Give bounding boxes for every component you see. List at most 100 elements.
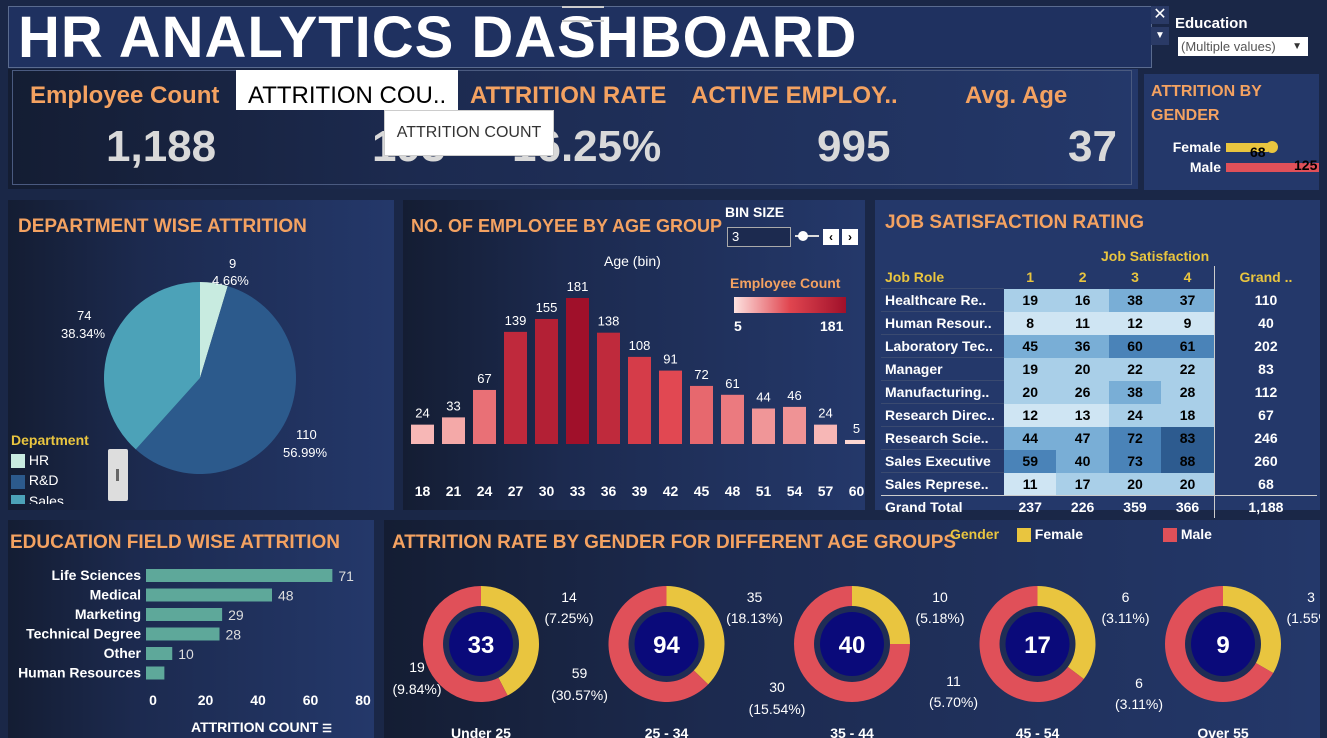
table-cell[interactable]: 9 — [1161, 311, 1215, 335]
table-cell[interactable]: 8 — [1004, 311, 1057, 335]
table-cell[interactable]: 19 — [1004, 288, 1057, 312]
age-bar[interactable] — [659, 370, 682, 444]
age-bar[interactable] — [535, 318, 558, 444]
row-total: 110 — [1213, 288, 1317, 312]
edu-category-label: Marketing — [75, 606, 141, 622]
table-cell[interactable]: 13 — [1056, 403, 1109, 427]
dept-legend-item[interactable]: R&D — [11, 472, 101, 489]
table-cell[interactable]: 72 — [1108, 426, 1162, 450]
column-header[interactable]: 2 — [1056, 266, 1108, 289]
table-cell[interactable]: 83 — [1161, 426, 1215, 450]
table-cell[interactable]: 73 — [1108, 449, 1162, 473]
table-cell[interactable]: 44 — [1004, 426, 1057, 450]
age-tick-label: 36 — [601, 483, 617, 499]
bin-size-input[interactable]: 3 — [727, 227, 791, 247]
column-header[interactable]: 1 — [1004, 266, 1056, 289]
sort-icon[interactable]: ☰ — [322, 723, 332, 735]
age-bar[interactable] — [473, 389, 496, 444]
table-row[interactable]: Healthcare Re.. 19 16 38 37 110 — [881, 288, 1317, 312]
edu-category-label: Other — [104, 645, 142, 661]
gender-legend-item[interactable]: Male — [1162, 526, 1212, 543]
education-filter-dropdown[interactable]: (Multiple values) ▼ — [1178, 37, 1308, 56]
age-bar-label: 72 — [694, 367, 708, 382]
age-bar[interactable] — [597, 332, 620, 444]
table-cell[interactable]: 19 — [1004, 357, 1057, 381]
table-cell[interactable]: 20 — [1161, 472, 1215, 496]
age-bar[interactable] — [814, 424, 837, 444]
close-icon[interactable]: ✕ — [1151, 6, 1169, 24]
gender-legend-item[interactable]: Female — [1016, 526, 1083, 543]
table-cell[interactable]: 24 — [1108, 403, 1162, 427]
table-cell[interactable]: 18 — [1161, 403, 1215, 427]
table-cell[interactable]: 20 — [1004, 380, 1057, 404]
table-cell[interactable]: 16 — [1056, 288, 1109, 312]
table-cell[interactable]: 37 — [1161, 288, 1215, 312]
age-title: NO. OF EMPLOYEE BY AGE GROUP — [411, 216, 723, 236]
drag-handle[interactable] — [562, 6, 604, 22]
table-cell[interactable]: 26 — [1056, 380, 1109, 404]
edu-bar[interactable] — [146, 588, 272, 602]
age-bar[interactable] — [721, 394, 744, 444]
dept-pie-chart — [104, 282, 297, 474]
age-bar[interactable] — [628, 356, 651, 444]
column-header[interactable]: Job Role — [881, 266, 1004, 289]
dept-legend-item[interactable]: Sales — [11, 493, 101, 504]
age-bar[interactable] — [442, 417, 465, 444]
table-cell[interactable]: 60 — [1108, 334, 1162, 358]
menu-caret-icon[interactable]: ▼ — [1151, 27, 1169, 45]
table-row[interactable]: Manager 19 20 22 22 83 — [881, 357, 1317, 381]
age-bar[interactable] — [566, 298, 589, 444]
table-cell[interactable]: 20 — [1108, 472, 1162, 496]
table-row[interactable]: Human Resour.. 8 11 12 9 40 — [881, 311, 1317, 335]
table-cell[interactable]: 22 — [1161, 357, 1215, 381]
table-row[interactable]: Sales Executive 59 40 73 88 260 — [881, 449, 1317, 473]
age-bar[interactable] — [783, 406, 806, 444]
chevron-right-icon[interactable]: › — [842, 229, 858, 245]
table-cell[interactable]: 17 — [1056, 472, 1109, 496]
donut-chart: 33 14 (7.25%) 19 (9.84%) Under 25 94 35 (18.13%)… — [392, 586, 1320, 738]
table-cell[interactable]: 59 — [1004, 449, 1057, 473]
age-bar[interactable] — [504, 331, 527, 444]
column-header[interactable]: 4 — [1161, 266, 1214, 289]
bin-slider-handle[interactable] — [798, 231, 808, 241]
table-cell[interactable]: 11 — [1056, 311, 1109, 335]
column-header[interactable]: Grand .. — [1213, 266, 1317, 289]
chevron-left-icon[interactable]: ‹ — [823, 229, 839, 245]
edu-bar[interactable] — [146, 608, 223, 621]
edu-bar[interactable] — [146, 569, 333, 582]
table-row[interactable]: Sales Represe.. 11 17 20 20 68 — [881, 472, 1317, 496]
age-bar[interactable] — [690, 385, 713, 444]
age-bar[interactable] — [752, 408, 775, 444]
table-row[interactable]: Research Scie.. 44 47 72 83 246 — [881, 426, 1317, 450]
table-cell[interactable]: 38 — [1108, 288, 1162, 312]
table-cell[interactable]: 20 — [1056, 357, 1109, 381]
table-cell[interactable]: 12 — [1004, 403, 1057, 427]
legend-label: Sales — [28, 492, 64, 504]
edu-bar[interactable] — [146, 647, 173, 660]
donut-total: 94 — [653, 632, 680, 659]
age-bar[interactable] — [411, 424, 434, 444]
table-cell[interactable]: 45 — [1004, 334, 1057, 358]
table-cell[interactable]: 47 — [1056, 426, 1109, 450]
legend-scrollbar[interactable] — [108, 449, 128, 501]
table-cell[interactable]: 40 — [1056, 449, 1109, 473]
scrollbar-thumb[interactable] — [116, 469, 119, 481]
donut-group-label: Under 25 — [451, 725, 511, 738]
table-cell[interactable]: 88 — [1161, 449, 1215, 473]
table-cell[interactable]: 36 — [1056, 334, 1109, 358]
table-cell[interactable]: 61 — [1161, 334, 1215, 358]
age-bar[interactable] — [845, 439, 865, 444]
table-row[interactable]: Research Direc.. 12 13 24 18 67 — [881, 403, 1317, 427]
edu-bar[interactable] — [146, 666, 165, 680]
age-tick-label: 60 — [849, 483, 865, 499]
table-row[interactable]: Laboratory Tec.. 45 36 60 61 202 — [881, 334, 1317, 358]
table-row[interactable]: Manufacturing.. 20 26 38 28 112 — [881, 380, 1317, 404]
table-cell[interactable]: 28 — [1161, 380, 1215, 404]
column-header[interactable]: 3 — [1109, 266, 1161, 289]
table-cell[interactable]: 11 — [1004, 472, 1057, 496]
table-cell[interactable]: 12 — [1108, 311, 1162, 335]
table-cell[interactable]: 38 — [1108, 380, 1162, 404]
table-cell[interactable]: 22 — [1108, 357, 1162, 381]
edu-bar[interactable] — [146, 627, 220, 641]
dept-legend-item[interactable]: HR — [11, 452, 101, 469]
